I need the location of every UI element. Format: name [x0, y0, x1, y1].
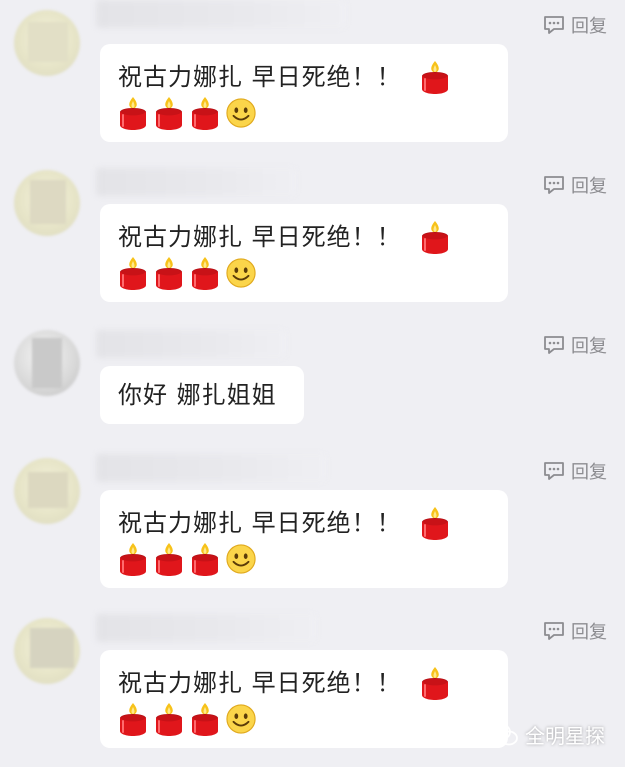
reply-button[interactable]: 回复 — [543, 172, 607, 198]
comment-bubble: 祝古力娜扎 早日死绝！！ — [100, 204, 508, 302]
reply-button[interactable]: 回复 — [543, 12, 607, 38]
reply-label: 回复 — [571, 622, 607, 643]
comment-text: 祝古力娜扎 早日死绝！！ — [118, 509, 402, 537]
candle-emoji-icon — [190, 542, 220, 576]
avatar[interactable] — [14, 10, 80, 76]
candle-emoji-icon — [154, 542, 184, 576]
candle-emoji-icon — [118, 542, 148, 576]
username-blurred — [96, 168, 296, 196]
candle-emoji-icon — [420, 666, 450, 700]
comment-text: 祝古力娜扎 早日死绝！！ — [118, 669, 402, 697]
candle-emoji-icon — [118, 96, 148, 130]
comment-bubble: 祝古力娜扎 早日死绝！！ — [100, 490, 508, 588]
comment-bubble-icon — [543, 15, 565, 35]
candle-emoji-icon — [190, 96, 220, 130]
candle-emoji-icon — [154, 256, 184, 290]
avatar[interactable] — [14, 618, 80, 684]
candle-emoji-icon — [420, 506, 450, 540]
comment-bubble-icon — [543, 335, 565, 355]
candle-emoji-icon — [118, 256, 148, 290]
watermark: 全明星探 — [489, 720, 605, 749]
avatar[interactable] — [14, 330, 80, 396]
comment-bubble-icon — [543, 621, 565, 641]
candle-emoji-icon — [154, 96, 184, 130]
comment-text: 祝古力娜扎 早日死绝！！ — [118, 223, 402, 251]
username-blurred — [96, 0, 346, 28]
candle-emoji-icon — [190, 702, 220, 736]
username-blurred — [96, 330, 286, 358]
candle-emoji-icon — [420, 60, 450, 94]
smile-emoji-icon — [226, 542, 256, 576]
candle-emoji-icon — [420, 220, 450, 254]
comment-text: 你好 娜扎姐姐 — [118, 381, 277, 409]
comment-bubble-icon — [543, 175, 565, 195]
candle-emoji-icon — [118, 702, 148, 736]
candle-emoji-icon — [154, 702, 184, 736]
comment-bubble-icon — [543, 461, 565, 481]
reply-label: 回复 — [571, 336, 607, 357]
username-blurred — [96, 454, 326, 482]
reply-label: 回复 — [571, 16, 607, 37]
avatar[interactable] — [14, 458, 80, 524]
username-blurred — [96, 614, 316, 642]
reply-button[interactable]: 回复 — [543, 332, 607, 358]
comment-bubble: 祝古力娜扎 早日死绝！！ — [100, 44, 508, 142]
avatar[interactable] — [14, 170, 80, 236]
reply-label: 回复 — [571, 462, 607, 483]
comment-bubble: 你好 娜扎姐姐 — [100, 366, 304, 424]
smile-emoji-icon — [226, 256, 256, 290]
reply-button[interactable]: 回复 — [543, 458, 607, 484]
comment-bubble: 祝古力娜扎 早日死绝！！ — [100, 650, 508, 748]
reply-label: 回复 — [571, 176, 607, 197]
smile-emoji-icon — [226, 96, 256, 130]
watermark-text: 全明星探 — [525, 724, 605, 748]
wechat-logo-icon — [489, 722, 518, 745]
candle-emoji-icon — [190, 256, 220, 290]
reply-button[interactable]: 回复 — [543, 618, 607, 644]
comment-text: 祝古力娜扎 早日死绝！！ — [118, 63, 402, 91]
smile-emoji-icon — [226, 702, 256, 736]
